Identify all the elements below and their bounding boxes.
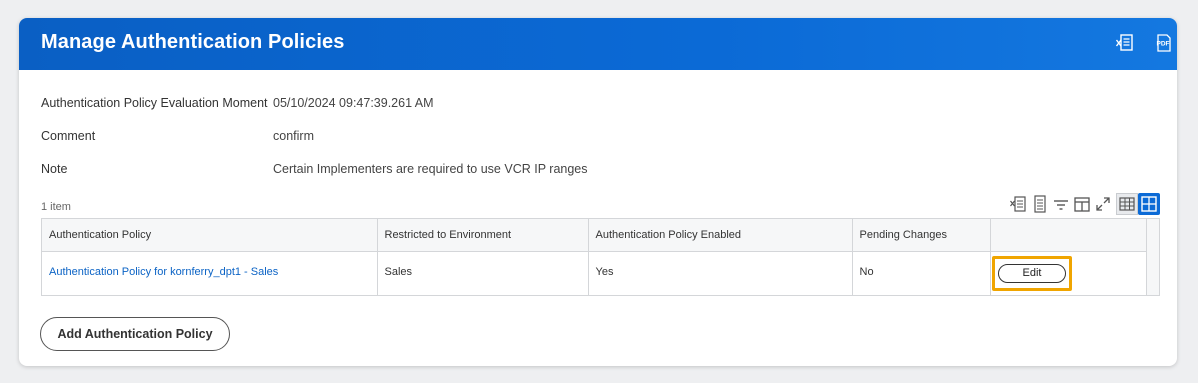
evaluation-moment-value: 05/10/2024 09:47:39.261 AM (273, 96, 434, 110)
excel-export-icon[interactable] (1008, 193, 1028, 215)
page-title: Manage Authentication Policies (41, 31, 345, 53)
grid-header-row: Authentication Policy Restricted to Envi… (42, 219, 1149, 252)
enabled-cell: Yes (588, 251, 853, 295)
pdf-label: PDF (1157, 41, 1170, 48)
fullscreen-icon[interactable] (1093, 193, 1113, 215)
excel-export-icon[interactable] (1115, 33, 1135, 53)
column-header-policy[interactable]: Authentication Policy (42, 219, 378, 252)
environment-cell: Sales (377, 251, 589, 295)
grid-toolbar (19, 193, 1177, 215)
main-card: Manage Authentication Policies PDF Authe… (19, 18, 1177, 366)
grid-scroll-gutter (1146, 219, 1159, 295)
policy-cell: Authentication Policy for kornferry_dpt1… (42, 251, 378, 295)
pending-cell: No (852, 251, 991, 295)
column-settings-icon[interactable] (1072, 193, 1092, 215)
table-row: Authentication Policy for kornferry_dpt1… (42, 251, 1149, 295)
pdf-export-icon[interactable]: PDF (1154, 33, 1174, 53)
comment-label: Comment (41, 129, 96, 143)
page-header: Manage Authentication Policies PDF (19, 18, 1177, 70)
print-icon[interactable] (1030, 193, 1050, 215)
note-value: Certain Implementers are required to use… (273, 162, 588, 176)
add-authentication-policy-button[interactable]: Add Authentication Policy (40, 317, 230, 351)
edit-highlight: Edit (992, 256, 1072, 291)
column-header-environment[interactable]: Restricted to Environment (377, 219, 589, 252)
edit-button[interactable]: Edit (998, 264, 1066, 283)
column-header-enabled[interactable]: Authentication Policy Enabled (588, 219, 853, 252)
policy-link[interactable]: Authentication Policy for kornferry_dpt1… (49, 266, 278, 278)
filter-icon[interactable] (1051, 193, 1071, 215)
evaluation-moment-label: Authentication Policy Evaluation Moment (41, 96, 268, 110)
comment-value: confirm (273, 129, 314, 143)
note-label: Note (41, 162, 68, 176)
column-header-action (990, 219, 1149, 252)
column-header-pending[interactable]: Pending Changes (852, 219, 991, 252)
grid-view-icon[interactable] (1138, 193, 1160, 215)
table-view-icon[interactable] (1116, 193, 1138, 215)
